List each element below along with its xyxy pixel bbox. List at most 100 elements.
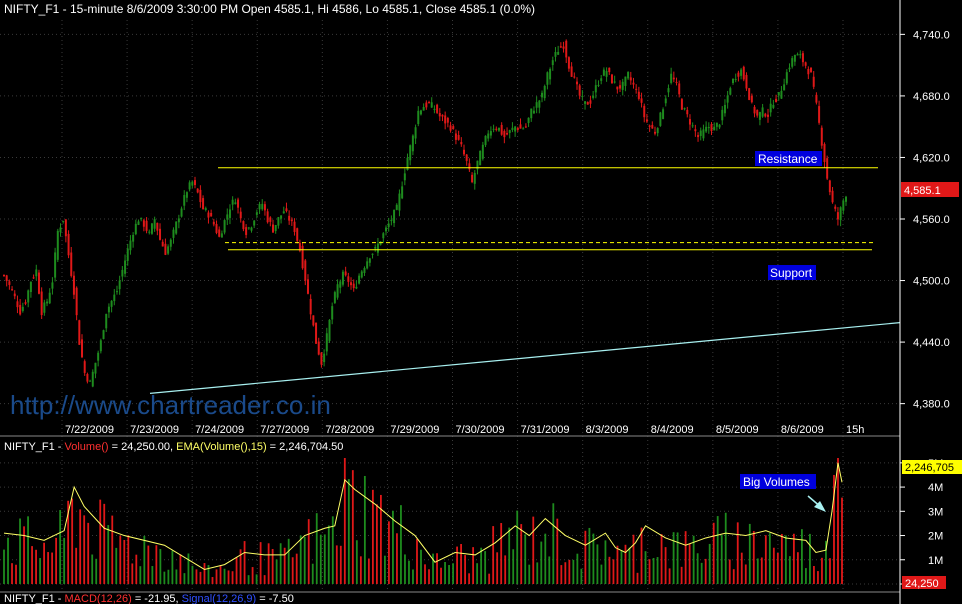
volume-bar (760, 557, 763, 584)
candle (312, 315, 315, 327)
volume-bar (552, 503, 555, 584)
volume-bar (620, 550, 623, 584)
volume-bar (588, 527, 591, 584)
volume-bar (648, 559, 651, 584)
volume-bar (700, 562, 703, 584)
volume-bar (484, 551, 487, 584)
volume-bar (255, 574, 258, 584)
volume-bar (664, 547, 667, 584)
volume-tick-label: 1M (928, 555, 943, 567)
volume-bar (371, 489, 374, 584)
candle (56, 228, 59, 263)
volume-bar (496, 552, 499, 584)
volume-bar (151, 566, 154, 584)
candle (810, 67, 813, 73)
volume-bar (275, 559, 278, 584)
volume-bar (43, 542, 45, 584)
volume-bar (768, 533, 771, 584)
volume-bar (512, 549, 515, 584)
x-tick-label: 8/3/2009 (586, 424, 629, 436)
volume-bar (59, 510, 62, 584)
candle (67, 230, 70, 259)
volume-bar (75, 547, 78, 584)
volume-bar (119, 535, 122, 584)
volume-bar (776, 552, 779, 584)
volume-bar (564, 562, 567, 584)
x-tick-label: 7/29/2009 (390, 424, 439, 436)
volume-bar (307, 519, 310, 584)
candle (680, 97, 683, 110)
volume-bar (504, 555, 507, 584)
volume-bar (684, 531, 687, 584)
volume-bar (672, 532, 675, 584)
x-tick-label: 8/5/2009 (716, 424, 759, 436)
volume-bar (837, 458, 839, 584)
volume-bar (103, 503, 106, 584)
volume-bar (813, 566, 815, 584)
volume-bar (35, 549, 37, 584)
x-tick-label: 7/24/2009 (195, 424, 244, 436)
candle (659, 111, 662, 127)
volume-bar (79, 509, 82, 584)
y-tick-label: 4,680.0 (913, 91, 950, 103)
volume-bar (608, 556, 611, 584)
candle (223, 219, 226, 235)
volume-bar (452, 563, 454, 584)
candle (78, 319, 81, 345)
y-tick-label: 4,500.0 (913, 276, 950, 288)
volume-bar (163, 571, 166, 584)
volume-bar (408, 560, 410, 584)
volume-bar (817, 571, 819, 584)
volume-bar (472, 547, 475, 584)
volume-bar (299, 535, 302, 584)
volume-bar (243, 541, 246, 584)
candle (341, 269, 344, 287)
volume-bar (267, 543, 270, 584)
volume-bar (87, 522, 90, 584)
candle (315, 322, 318, 344)
macd-panel-label: NIFTY_F1 - MACD(12,26) = -21.95, Signal(… (4, 593, 294, 604)
x-tick-label: 8/6/2009 (781, 424, 824, 436)
volume-bar (359, 556, 362, 584)
candle (742, 65, 745, 82)
volume-bar (392, 510, 394, 584)
volume-bar (315, 513, 318, 584)
volume-bar (27, 516, 29, 584)
x-tick-label: 7/22/2009 (65, 424, 114, 436)
volume-bar (287, 538, 290, 584)
volume-bar (464, 555, 467, 584)
candle (175, 221, 178, 235)
volume-bar (784, 535, 787, 584)
volume-bar (251, 567, 254, 584)
volume-bar (63, 537, 66, 584)
volume-bar (576, 553, 579, 584)
volume-bar (263, 575, 266, 584)
volume-bar (231, 571, 234, 584)
volume-bar (560, 565, 563, 584)
volume-bar (508, 527, 511, 584)
volume-bar (696, 553, 699, 584)
volume-badge: 24,250 (902, 576, 946, 590)
volume-bar (235, 557, 238, 584)
volume-bar (516, 510, 519, 584)
nifty-chart: http://www.chartreader.co.in 7/22/2009 7/… (0, 0, 962, 604)
volume-bar (724, 512, 727, 584)
volume-bar (616, 545, 619, 584)
volume-bar (440, 567, 442, 584)
volume-bar (55, 537, 58, 584)
volume-bar (744, 564, 747, 584)
volume-bar (780, 533, 783, 584)
volume-bar (748, 523, 751, 584)
volume-bar (223, 568, 226, 584)
volume-bar (95, 558, 98, 584)
volume-bar (772, 547, 775, 584)
volume-bar (396, 533, 398, 584)
volume-bar (436, 553, 438, 584)
watermark: http://www.chartreader.co.in (10, 390, 331, 420)
volume-panel-label: NIFTY_F1 - Volume() = 24,250.00, EMA(Vol… (4, 441, 343, 453)
volume-bar (720, 535, 723, 584)
volume-bar (841, 497, 843, 584)
volume-bar (756, 558, 759, 584)
candle (40, 287, 43, 320)
volume-bar (139, 566, 142, 584)
